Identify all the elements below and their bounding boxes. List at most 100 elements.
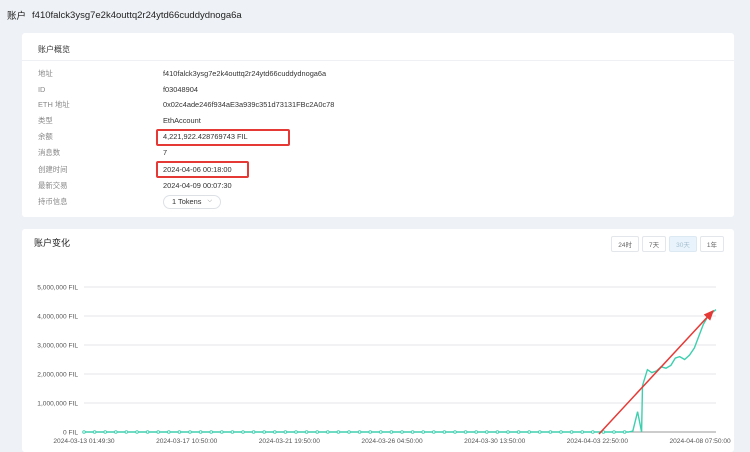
y-tick-label: 1,000,000 FIL (37, 401, 78, 408)
data-point (368, 430, 372, 434)
chevron-down-icon: ⌵ (207, 198, 213, 204)
data-point (432, 430, 436, 434)
data-point (612, 430, 616, 434)
data-point (262, 430, 266, 434)
y-tick-label: 2,000,000 FIL (37, 372, 78, 379)
row-label: 最新交易 (38, 181, 68, 190)
page-header-address[interactable]: f410falck3ysg7e2k4outtq2r24ytd66cuddydno… (32, 10, 242, 21)
data-point (400, 430, 404, 434)
row-label: ID (38, 85, 46, 94)
row-address: 地址 f410falck3ysg7e2k4outtq2r24ytd66cuddy… (38, 67, 326, 80)
x-tick-label: 2024-04-03 22:50:00 (567, 438, 629, 445)
trend-arrow (598, 309, 715, 435)
x-tick-label: 2024-03-26 04:50:00 (361, 438, 423, 445)
data-point (389, 430, 394, 434)
y-tick-label: 4,000,000 FIL (37, 314, 78, 321)
data-point (442, 430, 447, 434)
data-point (241, 430, 245, 434)
data-point (251, 430, 256, 434)
id-value[interactable]: f03048904 (163, 85, 198, 94)
overview-title: 账户概览 (38, 45, 70, 54)
row-latest-tx: 最新交易 2024-04-09 00:07:30 (38, 179, 232, 192)
data-point (347, 430, 351, 434)
y-tick-label: 3,000,000 FIL (37, 343, 78, 350)
tokens-dropdown-label: 1 Tokens (172, 197, 202, 206)
data-point (135, 430, 139, 434)
chart-card: 账户变化 24时 7天 30天 1年 0 FIL 1,000,000 FIL 2,0… (22, 229, 734, 452)
row-holdings: 持币信息 1 Tokens ⌵ (38, 194, 222, 209)
data-point (230, 430, 235, 434)
message-count-value: 7 (163, 148, 168, 157)
data-point (198, 430, 203, 434)
data-point (379, 430, 383, 434)
row-id: ID f03048904 (38, 83, 198, 96)
row-label: 持币信息 (38, 197, 68, 206)
data-point (410, 430, 415, 434)
data-point (591, 430, 595, 434)
row-label: 余额 (38, 132, 53, 141)
row-label: ETH 地址 (38, 100, 70, 109)
data-point (516, 430, 521, 434)
data-point (294, 430, 298, 434)
row-label: 消息数 (38, 148, 61, 157)
tokens-dropdown[interactable]: 1 Tokens ⌵ (163, 194, 222, 209)
divider (22, 60, 734, 61)
row-created-time: 创建时间 2024-04-06 00:18:00 (38, 163, 232, 176)
row-eth-address: ETH 地址 0x02c4ade246f934aE3a939c351d73131… (38, 98, 334, 111)
x-axis: 2024-03-13 01:49:30 2024-03-17 10:50:00 20… (53, 438, 731, 445)
page-header: 账户 f410falck3ysg7e2k4outtq2r24ytd66cuddy… (7, 6, 242, 24)
y-tick-label: 0 FIL (63, 430, 78, 437)
row-label: 类型 (38, 116, 53, 125)
address-value[interactable]: f410falck3ysg7e2k4outtq2r24ytd66cuddydno… (163, 69, 326, 78)
data-point (209, 430, 213, 434)
data-point (463, 430, 468, 434)
data-point (124, 430, 129, 434)
data-point (569, 430, 574, 434)
data-point (177, 430, 182, 434)
data-point (156, 430, 160, 434)
data-point (622, 430, 627, 434)
data-point (220, 430, 224, 434)
row-message-count: 消息数 7 (38, 146, 167, 159)
page-header-label: 账户 (7, 11, 27, 22)
x-tick-label: 2024-03-13 01:49:30 (53, 438, 115, 445)
data-point (538, 430, 542, 434)
data-point (506, 430, 510, 434)
row-balance: 余额 4,221,922.428769743 FIL (38, 130, 248, 143)
y-axis: 0 FIL 1,000,000 FIL 2,000,000 FIL 3,000,000… (37, 285, 78, 437)
data-point (167, 430, 171, 434)
type-value: EthAccount (163, 116, 201, 125)
data-point (559, 430, 563, 434)
latest-tx-value[interactable]: 2024-04-09 00:07:30 (163, 181, 232, 190)
data-point (485, 430, 489, 434)
x-tick-label: 2024-04-08 07:50:00 (669, 438, 731, 445)
y-tick-label: 5,000,000 FIL (37, 285, 78, 292)
data-point (527, 430, 531, 434)
data-point (315, 430, 319, 434)
data-point (92, 430, 97, 434)
data-point (474, 430, 478, 434)
eth-address-value[interactable]: 0x02c4ade246f934aE3a939c351d73131FBc2A0c… (163, 100, 334, 109)
data-point (580, 430, 584, 434)
data-point (114, 430, 118, 434)
x-tick-label: 2024-03-21 19:50:00 (259, 438, 321, 445)
balance-value: 4,221,922.428769743 FIL (163, 132, 248, 141)
data-point (304, 430, 309, 434)
row-label: 创建时间 (38, 165, 68, 174)
data-point (548, 430, 553, 434)
data-point (145, 430, 150, 434)
data-point (273, 430, 277, 434)
data-point (421, 430, 425, 434)
data-point (188, 430, 192, 434)
data-point (283, 430, 288, 434)
x-tick-label: 2024-03-30 13:50:00 (464, 438, 526, 445)
data-point (357, 430, 362, 434)
data-point (82, 430, 86, 434)
data-point (336, 430, 341, 434)
series-line (84, 309, 717, 433)
overview-card: 账户概览 地址 f410falck3ysg7e2k4outtq2r24ytd66… (22, 33, 734, 217)
x-tick-label: 2024-03-17 10:50:00 (156, 438, 218, 445)
row-type: 类型 EthAccount (38, 114, 201, 127)
data-point (495, 430, 500, 434)
created-time-value: 2024-04-06 00:18:00 (163, 165, 232, 174)
